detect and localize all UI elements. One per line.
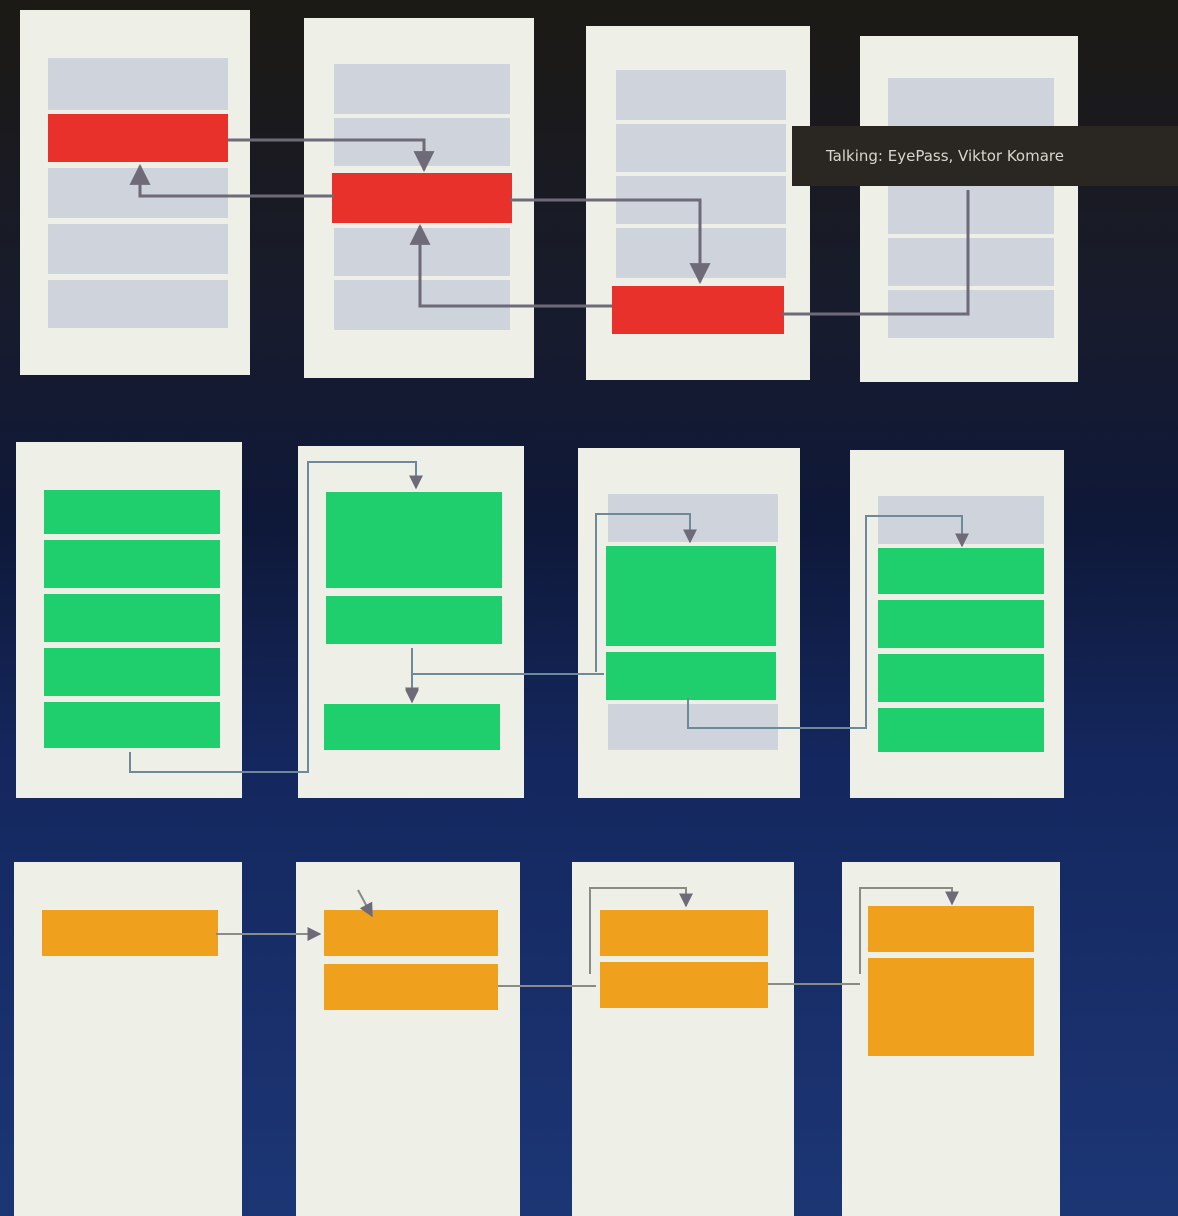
connector-arrow xyxy=(129,461,423,773)
connector-arrow xyxy=(589,887,693,974)
connector-arrow xyxy=(595,513,697,672)
connector-arrow xyxy=(129,163,334,198)
connector-arrow xyxy=(357,889,373,918)
connector-arrow xyxy=(405,673,604,702)
connector-arrow xyxy=(510,198,711,285)
connector-line xyxy=(782,190,970,316)
connector-arrow xyxy=(687,515,969,729)
connector-arrow xyxy=(228,138,435,173)
speaker-tooltip: Talking: EyePass, Viktor Komare xyxy=(792,126,1178,186)
orange-flow-connectors xyxy=(216,887,959,987)
connector-arrow xyxy=(409,223,612,308)
connector-arrow xyxy=(859,887,959,974)
green-flow-connectors xyxy=(129,461,969,773)
